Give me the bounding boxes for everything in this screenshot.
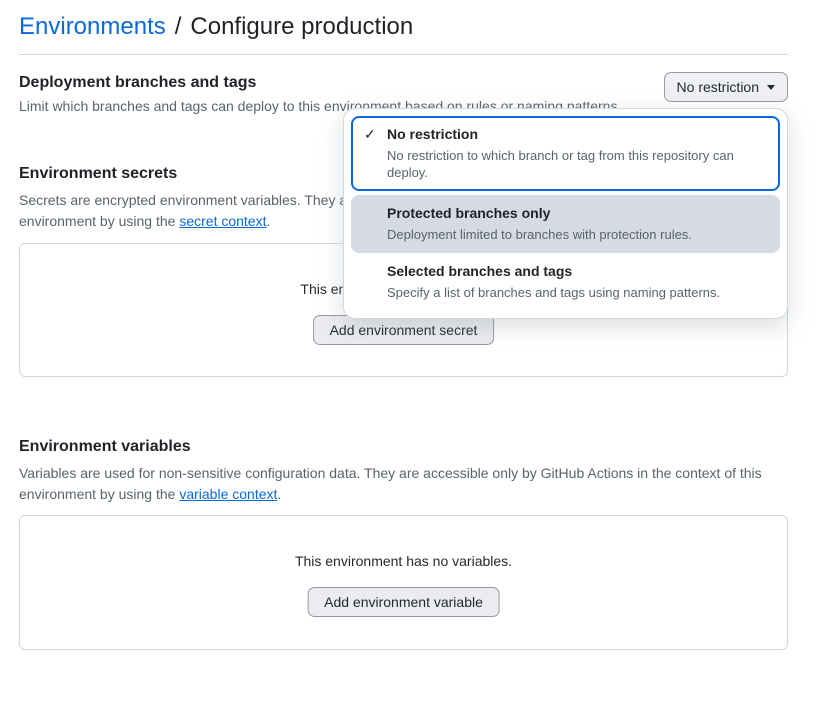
menu-item-label: No restriction xyxy=(387,125,768,143)
menu-item-selected-branches-and-tags[interactable]: Selected branches and tags Specify a lis… xyxy=(351,253,780,311)
add-environment-secret-button[interactable]: Add environment secret xyxy=(313,315,495,345)
menu-item-description: Deployment limited to branches with prot… xyxy=(387,226,768,243)
deployment-branches-heading: Deployment branches and tags xyxy=(19,74,256,92)
menu-item-protected-branches-only[interactable]: Protected branches only Deployment limit… xyxy=(351,195,780,253)
deployment-policy-dropdown-menu: ✓ No restriction No restriction to which… xyxy=(343,108,788,319)
environment-secrets-heading: Environment secrets xyxy=(19,165,177,183)
page-title: Environments / Configure production xyxy=(19,13,413,41)
deployment-policy-selected-value: No restriction xyxy=(677,79,759,95)
menu-item-no-restriction[interactable]: ✓ No restriction No restriction to which… xyxy=(351,116,780,191)
breadcrumb-current: Configure production xyxy=(190,13,413,41)
breadcrumb-separator: / xyxy=(175,13,182,41)
menu-item-description: Specify a list of branches and tags usin… xyxy=(387,284,768,301)
variable-context-link[interactable]: variable context xyxy=(179,486,277,502)
add-environment-variable-button[interactable]: Add environment variable xyxy=(307,587,500,617)
variables-empty-state-text: This environment has no variables. xyxy=(20,553,787,569)
environment-variables-card: This environment has no variables. Add e… xyxy=(19,515,788,650)
environment-variables-description: Variables are used for non-sensitive con… xyxy=(19,463,779,505)
deployment-policy-select-button[interactable]: No restriction xyxy=(664,72,788,102)
title-divider xyxy=(19,54,788,55)
menu-item-description: No restriction to which branch or tag fr… xyxy=(387,147,768,181)
secrets-description-period: . xyxy=(266,213,270,229)
secret-context-link[interactable]: secret context xyxy=(179,213,266,229)
menu-item-label: Selected branches and tags xyxy=(387,262,768,280)
chevron-down-icon xyxy=(767,85,775,90)
environment-variables-heading: Environment variables xyxy=(19,438,191,456)
variables-description-period: . xyxy=(277,486,281,502)
menu-item-label: Protected branches only xyxy=(387,204,768,222)
breadcrumb-environments-link[interactable]: Environments xyxy=(19,13,166,41)
variables-description-text: Variables are used for non-sensitive con… xyxy=(19,465,762,502)
environment-settings-page: Environments / Configure production Depl… xyxy=(0,0,830,715)
check-icon: ✓ xyxy=(364,126,376,143)
